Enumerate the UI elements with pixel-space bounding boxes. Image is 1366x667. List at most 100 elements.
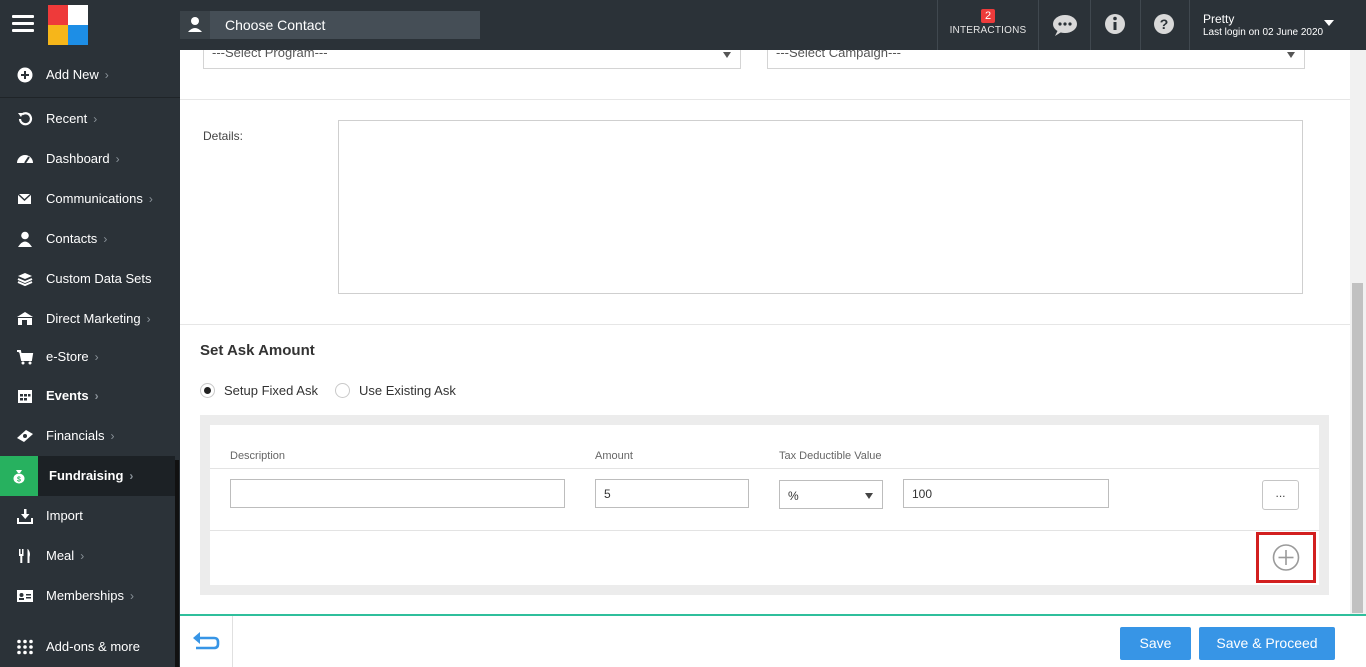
divider [210, 530, 1319, 531]
radio-button-selected[interactable] [200, 383, 215, 398]
bank-icon [17, 312, 33, 325]
info-icon[interactable] [1091, 0, 1141, 50]
sidebar-item-label: Fundraising [49, 468, 124, 483]
main-scrollbar[interactable] [1350, 50, 1366, 615]
add-row-button[interactable] [1256, 532, 1316, 583]
sidebar-item-memberships[interactable]: Memberships › [0, 576, 175, 616]
column-header: Tax Deductible Value [779, 450, 882, 462]
back-arrow-icon [193, 632, 220, 650]
campaign-select-value: ---Select Campaign--- [776, 50, 901, 60]
choose-contact-selector[interactable]: Choose Contact [180, 11, 480, 39]
divider [180, 99, 1350, 100]
sidebar-item-fundraising[interactable]: $ Fundraising › [0, 456, 175, 496]
program-select-value: ---Select Program--- [212, 50, 328, 60]
interactions-count-badge: 2 [980, 9, 996, 23]
svg-text:?: ? [1160, 16, 1169, 32]
details-label: Details: [203, 129, 244, 143]
column-header: Amount [595, 450, 633, 462]
money-icon [17, 430, 33, 442]
plus-circle-icon [17, 67, 33, 83]
ask-amount-panel: Description Amount Tax Deductible Value … [200, 415, 1329, 595]
utensils-icon [19, 549, 30, 563]
dashboard-icon [17, 155, 33, 164]
sidebar: Add New › Recent › Dashboard › Communicatio… [0, 50, 180, 667]
sidebar-item-label: Direct Marketing [46, 311, 141, 326]
sidebar-item-dashboard[interactable]: Dashboard › [0, 139, 175, 179]
details-textarea[interactable] [338, 120, 1303, 294]
plus-circle-icon [1272, 544, 1300, 571]
sidebar-item-add-ons[interactable]: Add-ons & more [0, 627, 175, 667]
program-select[interactable]: ---Select Program--- [203, 50, 741, 69]
sidebar-item-label: Communications [46, 191, 143, 206]
sidebar-item-financials[interactable]: Financials › [0, 416, 175, 456]
sidebar-item-direct-marketing[interactable]: Direct Marketing › [0, 299, 175, 339]
sidebar-item-custom-data-sets[interactable]: Custom Data Sets [0, 259, 175, 299]
sidebar-item-label: Import [46, 508, 83, 523]
user-name: Pretty [1203, 12, 1235, 26]
interactions-button[interactable]: 2 INTERACTIONS [938, 0, 1038, 50]
tax-value-input[interactable]: 100 [903, 479, 1109, 508]
chevron-down-icon [1287, 52, 1295, 58]
calendar-icon [18, 390, 32, 403]
menu-toggle-icon[interactable] [12, 15, 34, 35]
sidebar-item-label: e-Store [46, 349, 89, 364]
column-header: Description [230, 450, 286, 462]
sidebar-item-label: Add New [46, 67, 99, 82]
id-card-icon [17, 590, 33, 602]
user-icon [18, 231, 32, 247]
sidebar-item-label: Contacts [46, 231, 98, 246]
sidebar-item-label: Custom Data Sets [46, 271, 152, 286]
campaign-select[interactable]: ---Select Campaign--- [767, 50, 1305, 69]
save-and-proceed-button[interactable]: Save & Proceed [1199, 627, 1335, 660]
chevron-down-icon [865, 493, 873, 499]
divider [210, 468, 1319, 469]
sidebar-scrollbar[interactable] [175, 460, 179, 667]
sidebar-item-events[interactable]: Events › [0, 376, 175, 416]
cart-icon [17, 350, 34, 365]
section-title: Set Ask Amount [200, 342, 315, 359]
main-content: ---Select Program--- ---Select Campaign-… [180, 50, 1350, 615]
last-login-text: Last login on 02 June 2020 [1203, 27, 1324, 38]
description-input[interactable] [230, 479, 565, 508]
app-logo[interactable] [48, 5, 88, 45]
more-options-button[interactable]: ... [1262, 480, 1299, 510]
history-icon [18, 112, 33, 126]
sidebar-item-contacts[interactable]: Contacts › [0, 219, 175, 259]
sidebar-item-label: Financials [46, 428, 105, 443]
sidebar-item-add-new[interactable]: Add New › [0, 55, 175, 95]
sidebar-item-meal[interactable]: Meal › [0, 536, 175, 576]
sidebar-item-label: Meal [46, 548, 75, 563]
tax-type-value: % [788, 489, 799, 503]
top-bar: Choose Contact 2 INTERACTIONS ? Pretty L… [0, 0, 1366, 50]
user-menu[interactable]: Pretty Last login on 02 June 2020 [1190, 0, 1366, 50]
chevron-down-icon [723, 52, 731, 58]
sidebar-item-label: Add-ons & more [46, 639, 140, 654]
svg-text:$: $ [17, 477, 21, 484]
chat-icon[interactable] [1040, 0, 1090, 50]
choose-contact-label: Choose Contact [225, 17, 326, 33]
scrollbar-thumb[interactable] [1352, 283, 1363, 613]
grid-icon [17, 639, 33, 655]
radio-label: Use Existing Ask [359, 383, 456, 398]
radio-label: Setup Fixed Ask [224, 383, 318, 398]
amount-input[interactable]: 5 [595, 479, 749, 508]
sidebar-item-e-store[interactable]: e-Store › [0, 337, 175, 377]
sidebar-item-communications[interactable]: Communications › [0, 179, 175, 219]
radio-button[interactable] [335, 383, 350, 398]
form-footer: Save Save & Proceed [180, 614, 1366, 667]
money-bag-icon: $ [13, 470, 25, 484]
sidebar-item-recent[interactable]: Recent › [0, 99, 175, 139]
divider [0, 97, 180, 98]
database-icon [17, 273, 33, 287]
sidebar-item-label: Memberships [46, 588, 125, 603]
sidebar-item-label: Dashboard [46, 151, 110, 166]
chevron-down-icon [1324, 20, 1334, 26]
tax-type-select[interactable]: % [779, 480, 883, 509]
back-button[interactable] [180, 616, 233, 667]
save-button[interactable]: Save [1120, 627, 1191, 660]
sidebar-item-import[interactable]: Import [0, 496, 175, 536]
help-icon[interactable]: ? [1140, 0, 1190, 50]
divider [180, 324, 1350, 325]
interactions-label: INTERACTIONS [949, 25, 1027, 36]
divider [1038, 0, 1039, 50]
